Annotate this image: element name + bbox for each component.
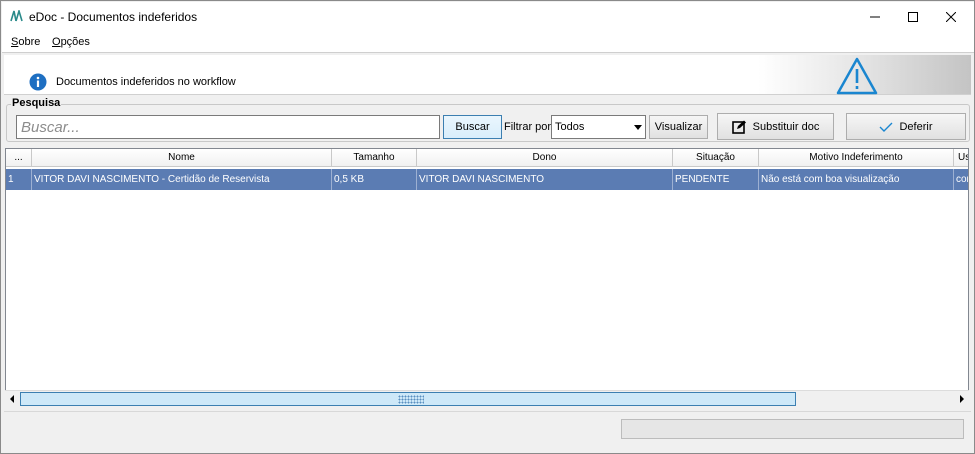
menu-sobre[interactable]: Sobre xyxy=(11,36,40,48)
checkmark-icon xyxy=(879,122,893,132)
progress-bar xyxy=(621,419,964,439)
table-row[interactable]: 1 VITOR DAVI NASCIMENTO - Certidão de Re… xyxy=(6,169,968,190)
grid-header: ... Nome Tamanho Dono Situação Motivo In… xyxy=(6,149,968,167)
documents-grid[interactable]: ... Nome Tamanho Dono Situação Motivo In… xyxy=(5,148,969,406)
column-header-tamanho[interactable]: Tamanho xyxy=(332,149,417,167)
search-input[interactable] xyxy=(16,115,440,139)
cell-motivo: Não está com boa visualização xyxy=(759,169,954,190)
approve-button-label: Deferir xyxy=(899,120,933,133)
filter-select[interactable]: Todos xyxy=(551,115,646,139)
app-logo-icon xyxy=(10,10,23,22)
column-header-situacao[interactable]: Situação xyxy=(673,149,759,167)
search-button-label: Buscar xyxy=(455,121,490,133)
close-icon xyxy=(946,11,956,22)
main-window: eDoc - Documentos indeferidos Sobre Opçõ… xyxy=(0,0,975,454)
scroll-thumb[interactable] xyxy=(20,392,796,406)
warning-triangle-icon xyxy=(836,57,878,95)
cell-us: cor xyxy=(954,169,968,190)
menu-bar: Sobre Opções xyxy=(2,31,974,53)
menu-opcoes[interactable]: Opções xyxy=(52,36,90,48)
search-group-label: Pesquisa xyxy=(11,97,62,109)
cell-situacao: PENDENTE xyxy=(673,169,759,190)
cell-tamanho: 0,5 KB xyxy=(332,169,417,190)
view-button-label: Visualizar xyxy=(654,121,703,133)
column-header-motivo[interactable]: Motivo Indeferimento xyxy=(759,149,954,167)
filter-select-value: Todos xyxy=(555,121,585,133)
column-header-dono[interactable]: Dono xyxy=(417,149,673,167)
arrow-right-icon xyxy=(960,395,964,403)
approve-button[interactable]: Deferir xyxy=(846,113,966,140)
cell-index: 1 xyxy=(6,169,32,190)
column-header-nome[interactable]: Nome xyxy=(32,149,332,167)
edit-icon xyxy=(731,120,746,134)
close-button[interactable] xyxy=(928,2,974,31)
scroll-right-button[interactable] xyxy=(955,391,969,407)
window-title: eDoc - Documentos indeferidos xyxy=(29,10,198,24)
maximize-icon xyxy=(908,11,918,22)
info-banner: Documentos indeferidos no workflow xyxy=(4,55,971,95)
minimize-icon xyxy=(870,16,880,17)
cell-nome: VITOR DAVI NASCIMENTO - Certidão de Rese… xyxy=(32,169,332,190)
column-header-index[interactable]: ... xyxy=(6,149,32,167)
replace-doc-button-label: Substituir doc xyxy=(752,120,820,133)
view-button[interactable]: Visualizar xyxy=(649,115,708,139)
column-header-us[interactable]: Us xyxy=(954,149,968,167)
title-bar: eDoc - Documentos indeferidos xyxy=(2,2,974,31)
scroll-left-button[interactable] xyxy=(5,391,19,407)
horizontal-scrollbar[interactable] xyxy=(5,390,969,406)
search-button[interactable]: Buscar xyxy=(443,115,502,139)
cell-dono: VITOR DAVI NASCIMENTO xyxy=(417,169,673,190)
filter-label: Filtrar por: xyxy=(504,121,555,133)
info-icon xyxy=(29,73,47,91)
replace-doc-button[interactable]: Substituir doc xyxy=(717,113,834,140)
grip-icon xyxy=(398,395,424,404)
arrow-left-icon xyxy=(10,395,14,403)
banner-message: Documentos indeferidos no workflow xyxy=(56,76,236,88)
chevron-down-icon xyxy=(634,125,642,130)
